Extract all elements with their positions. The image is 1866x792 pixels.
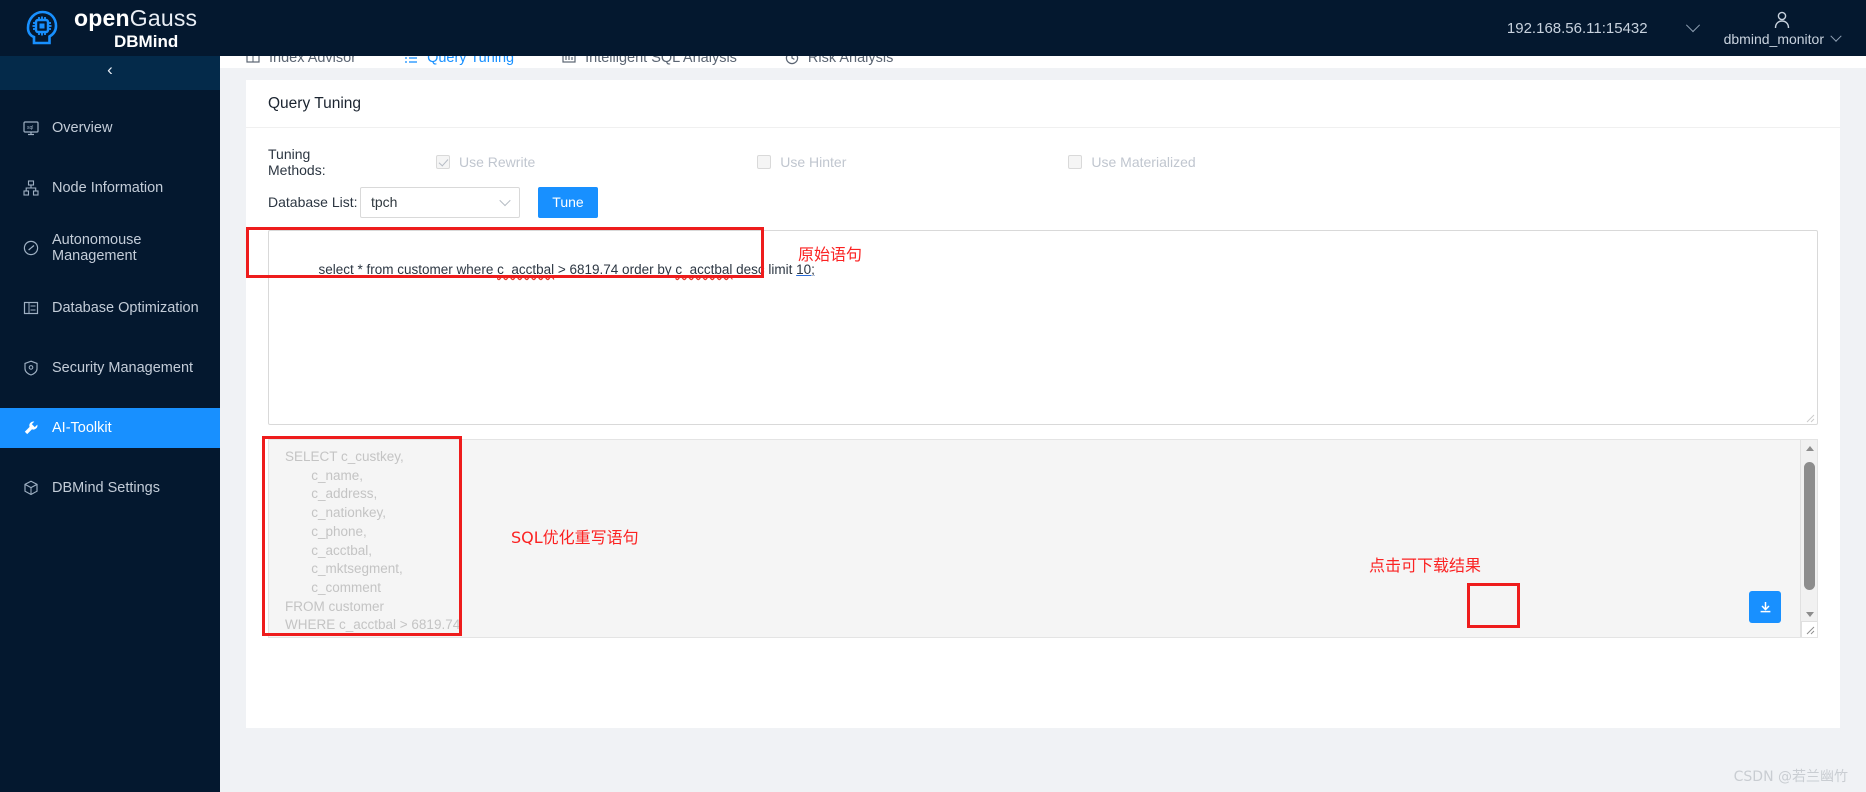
sidebar-item-autonomouse-management[interactable]: Autonomouse Management: [0, 228, 220, 268]
sidebar-item-node-information[interactable]: Node Information: [0, 168, 220, 208]
host-selector[interactable]: 192.168.56.11:15432: [1506, 18, 1700, 37]
sql-part-1: select * from customer where: [318, 262, 498, 277]
tuning-result-area: SELECT c_custkey, c_name, c_address, c_n…: [268, 439, 1818, 638]
query-tuning-panel: Query Tuning Tuning Methods: Use Rewrite…: [246, 80, 1840, 728]
result-resize-handle[interactable]: [1801, 621, 1817, 637]
sidebar-item-label: Security Management: [52, 360, 194, 376]
sidebar-item-dbmind-settings[interactable]: DBMind Settings: [0, 468, 220, 508]
sidebar-item-label: Database Optimization: [52, 300, 199, 316]
svg-text:sql: sql: [27, 125, 33, 131]
annotation-label-download: 点击可下载结果: [1369, 556, 1482, 575]
nodes-icon: [22, 180, 39, 197]
checkbox-label: Use Rewrite: [459, 154, 536, 170]
left-sidebar: ‹ sql Overview Node Information Autonomo…: [0, 48, 220, 792]
sidebar-item-label: Overview: [52, 120, 113, 136]
database-select-value: tpch: [371, 194, 398, 210]
annotation-label-original-sql: 原始语句: [798, 245, 863, 264]
cube-icon: [22, 480, 39, 497]
shield-icon: [22, 360, 39, 377]
sql-part-5: desc limit: [732, 262, 797, 277]
chevron-down-icon: [499, 194, 511, 207]
result-scrollbar[interactable]: [1800, 440, 1817, 637]
sidebar-item-label: Node Information: [52, 180, 164, 196]
database-select[interactable]: tpch: [360, 186, 520, 218]
tune-button[interactable]: Tune: [538, 186, 598, 218]
sidebar-item-overview[interactable]: sql Overview: [0, 108, 220, 148]
user-name-label: dbmind_monitor: [1723, 30, 1824, 47]
tuning-methods-row: Tuning Methods: Use Rewrite Use Hinter U…: [268, 146, 1818, 178]
scrollbar-thumb[interactable]: [1804, 462, 1815, 590]
tuning-methods-label: Tuning Methods:: [268, 146, 326, 178]
checkbox-box-icon: [436, 155, 450, 169]
brand-logo-block: openGauss DBMind: [18, 6, 197, 50]
csdn-watermark: CSDN @若兰幽竹: [1733, 769, 1848, 785]
gauge-icon: [22, 240, 39, 257]
sidebar-item-label: Autonomouse Management: [52, 232, 142, 264]
sql-input-textarea[interactable]: select * from customer where c_acctbal >…: [268, 230, 1818, 425]
wrench-icon: [22, 420, 39, 437]
sql-part-4: c_acctbal: [675, 262, 733, 277]
checkbox-label: Use Materialized: [1091, 154, 1196, 170]
header-right-controls: 192.168.56.11:15432 dbmind_monitor: [1506, 10, 1842, 47]
textarea-resize-handle[interactable]: [1803, 411, 1815, 423]
sql-input-text: select * from customer where c_acctbal >…: [281, 240, 1805, 300]
annotation-label-rewritten-sql: SQL优化重写语句: [511, 528, 639, 547]
sidebar-item-database-optimization[interactable]: Database Optimization: [0, 288, 220, 328]
checkbox-box-icon: [1068, 155, 1083, 169]
database-list-label: Database List:: [268, 194, 358, 210]
sidebar-item-ai-toolkit[interactable]: AI-Toolkit: [0, 408, 220, 448]
sidebar-item-label: DBMind Settings: [52, 480, 160, 496]
checkbox-use-materialized[interactable]: Use Materialized: [1068, 154, 1196, 170]
panel-body: Tuning Methods: Use Rewrite Use Hinter U…: [246, 128, 1840, 638]
monitor-icon: sql: [22, 120, 39, 137]
sidebar-collapse-icon[interactable]: ‹: [107, 61, 113, 78]
sidebar-item-security-management[interactable]: Security Management: [0, 348, 220, 388]
page-title: Query Tuning: [268, 94, 362, 112]
opengauss-brain-icon: [18, 6, 62, 50]
checkbox-box-icon: [757, 155, 772, 169]
brand-open: open: [74, 4, 130, 31]
checkbox-use-hinter[interactable]: Use Hinter: [757, 154, 846, 170]
sidebar-item-label: AI-Toolkit: [52, 420, 112, 436]
checkbox-label: Use Hinter: [780, 154, 847, 170]
sql-part-2: c_acctbal: [497, 262, 555, 277]
host-value: 192.168.56.11:15432: [1506, 19, 1648, 37]
sql-part-3: > 6819.74 order by: [554, 262, 676, 277]
brand-gauss: Gauss: [129, 4, 198, 31]
top-header: openGauss DBMind 192.168.56.11:15432 dbm…: [0, 0, 1866, 56]
brand-dbmind: DBMind: [114, 31, 179, 51]
checkbox-use-rewrite[interactable]: Use Rewrite: [436, 154, 535, 170]
main-content: Index Advisor Query Tuning Intelligent S…: [220, 48, 1866, 792]
list-icon: [22, 300, 39, 317]
database-list-row: Database List: tpch Tune: [268, 186, 1818, 218]
download-result-button[interactable]: [1749, 591, 1781, 623]
chevron-down-icon: [1685, 18, 1700, 33]
panel-header: Query Tuning: [246, 80, 1840, 128]
scroll-up-arrow-icon[interactable]: [1801, 440, 1817, 457]
user-avatar-icon: [1772, 10, 1792, 30]
brand-wordmark: openGauss DBMind: [74, 4, 198, 51]
user-chevron-down-icon: [1830, 30, 1842, 42]
user-menu[interactable]: dbmind_monitor: [1723, 10, 1842, 47]
rewritten-sql-text: SELECT c_custkey, c_name, c_address, c_n…: [285, 449, 461, 633]
